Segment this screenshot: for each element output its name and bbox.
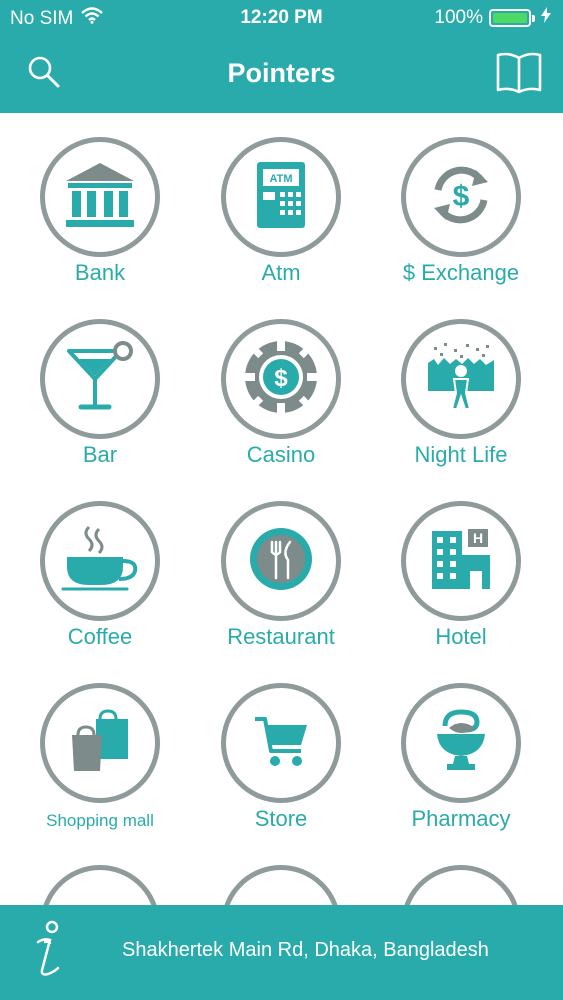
casino-chip-icon: $ [243, 339, 319, 420]
icon-circle [40, 865, 160, 905]
category-label: Restaurant [227, 624, 335, 649]
category-partial-1[interactable] [10, 841, 190, 905]
category-partial-3[interactable] [371, 841, 551, 905]
icon-circle [221, 501, 341, 621]
status-bar: No SIM 12:20 PM 100% [0, 0, 563, 36]
icon-circle: ATM [221, 137, 341, 257]
shopping-bags-icon [68, 708, 132, 778]
info-icon [30, 920, 66, 985]
category-label: Shopping mall [46, 811, 154, 830]
category-casino[interactable]: $ Casino [191, 295, 371, 475]
header: No SIM 12:20 PM 100% Pointers [0, 0, 563, 113]
icon-circle [40, 137, 160, 257]
category-partial-2[interactable] [191, 841, 371, 905]
night-life-icon [424, 341, 498, 418]
icon-circle [401, 319, 521, 439]
hotel-icon: H [430, 527, 492, 596]
svg-text:$: $ [274, 365, 288, 392]
nav-bar: Pointers [0, 36, 563, 113]
icon-circle [221, 865, 341, 905]
category-label: $ Exchange [402, 260, 520, 285]
icon-circle: $ [401, 137, 521, 257]
location-footer: Shakhertek Main Rd, Dhaka, Bangladesh [0, 905, 563, 1000]
category-hotel[interactable]: H Hotel [371, 477, 551, 657]
coffee-cup-icon [61, 523, 139, 600]
cocktail-icon [65, 340, 135, 418]
category-label: Hotel [435, 624, 487, 649]
category-restaurant[interactable]: Restaurant [191, 477, 371, 657]
category-label: Bank [74, 260, 126, 285]
svg-text:$: $ [453, 180, 470, 213]
icon-circle [221, 683, 341, 803]
icon-circle [40, 683, 160, 803]
category-label: Atm [261, 260, 301, 285]
book-icon [495, 50, 543, 99]
battery-percent: 100% [434, 7, 483, 28]
category-coffee[interactable]: Coffee [10, 477, 190, 657]
bank-icon [63, 161, 137, 234]
current-address: Shakhertek Main Rd, Dhaka, Bangladesh [122, 939, 489, 961]
category-bar[interactable]: Bar [10, 295, 190, 475]
category-label: Night Life [414, 442, 508, 467]
category-atm[interactable]: ATM Atm [191, 113, 371, 293]
icon-circle: $ [221, 319, 341, 439]
category-bank[interactable]: Bank [10, 113, 190, 293]
category-label: Casino [246, 442, 316, 467]
category-label: Pharmacy [411, 806, 511, 831]
currency-exchange-icon: $ [426, 160, 496, 235]
category-night-life[interactable]: Night Life [371, 295, 551, 475]
restaurant-icon [248, 526, 314, 597]
svg-text:ATM: ATM [269, 173, 292, 185]
charging-bolt-icon [541, 7, 551, 29]
battery-icon [489, 9, 535, 27]
icon-circle [401, 683, 521, 803]
category-exchange[interactable]: $ $ Exchange [371, 113, 551, 293]
icon-circle [40, 501, 160, 621]
icon-circle: H [401, 501, 521, 621]
page-title: Pointers [227, 58, 336, 88]
category-grid: Bank ATM Atm $ $ Exchange Bar $ Casino N… [0, 113, 563, 905]
pharmacy-icon [431, 708, 491, 779]
icon-circle [40, 319, 160, 439]
category-pharmacy[interactable]: Pharmacy [371, 659, 551, 839]
svg-text:H: H [473, 530, 483, 546]
category-shopping-mall[interactable]: Shopping mall [10, 659, 190, 839]
atm-icon: ATM [253, 160, 309, 235]
category-label: Bar [82, 442, 118, 467]
shopping-cart-icon [253, 713, 309, 774]
category-store[interactable]: Store [191, 659, 371, 839]
category-label: Coffee [67, 624, 133, 649]
info-button[interactable] [22, 920, 74, 985]
icon-circle [401, 865, 521, 905]
guide-book-button[interactable] [493, 50, 545, 98]
category-label: Store [254, 806, 308, 831]
